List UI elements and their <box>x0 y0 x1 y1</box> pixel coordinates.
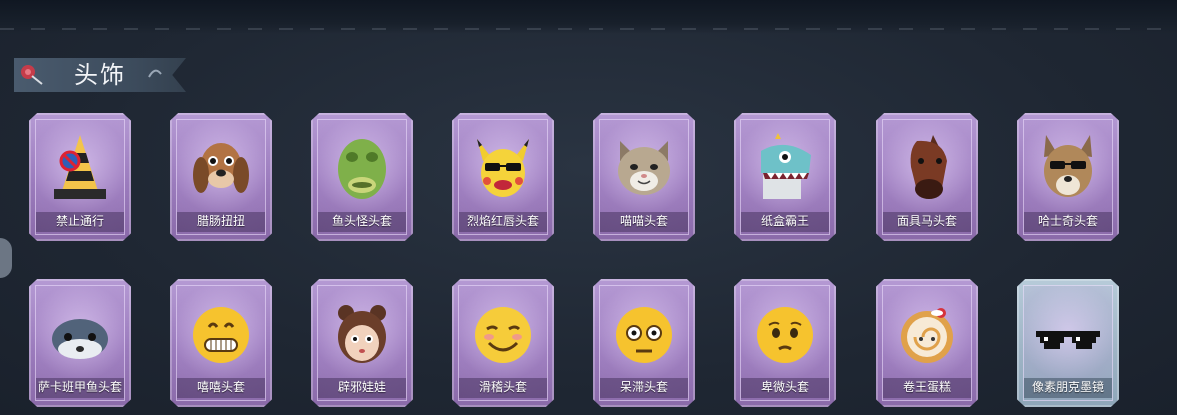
side-scroll-handle[interactable] <box>0 238 12 278</box>
item-label: 鱼头怪头套 <box>331 214 392 228</box>
item-label: 卷王蛋糕 <box>902 380 951 394</box>
item-card-smirk[interactable]: 滑稽头套 <box>452 279 554 407</box>
item-card-doll[interactable]: 辟邪娃娃 <box>311 279 413 407</box>
pin-icon <box>21 65 43 85</box>
item-label: 卑微头套 <box>760 380 809 394</box>
item-card-grinning[interactable]: 嘻嘻头套 <box>170 279 272 407</box>
item-card-dazed[interactable]: 呆滞头套 <box>593 279 695 407</box>
cat-mask-icon <box>618 141 670 195</box>
item-label: 喵喵头套 <box>619 214 668 228</box>
item-label: 哈士奇头套 <box>1037 214 1098 228</box>
item-card-cardboard-dino[interactable]: 纸盒霸王 <box>734 113 836 241</box>
cardboard-dinosaur-mask-icon <box>761 133 811 199</box>
item-card-pleading[interactable]: 卑微头套 <box>734 279 836 407</box>
item-card-horse[interactable]: 面具马头套 <box>876 113 978 241</box>
item-card-husky[interactable]: 哈士奇头套 <box>1017 113 1119 241</box>
item-label: 禁止通行 <box>55 214 104 228</box>
item-label: 滑稽头套 <box>478 380 527 394</box>
item-card-roll-cake[interactable]: 卷王蛋糕 <box>876 279 978 407</box>
sacabambaspis-mask-icon <box>52 319 108 359</box>
fish-head-mask-icon <box>338 139 386 199</box>
item-label: 面具马头套 <box>896 214 957 228</box>
item-card-cat[interactable]: 喵喵头套 <box>593 113 695 241</box>
item-label: 呆滞头套 <box>619 380 668 394</box>
section-title: 头饰 <box>74 61 126 89</box>
item-card-sacabambaspis[interactable]: 萨卡班甲鱼头套 <box>29 279 131 407</box>
item-label: 辟邪娃娃 <box>337 380 386 394</box>
dachshund-mask-icon <box>193 143 249 193</box>
grinning-emoji-mask-icon <box>193 307 249 363</box>
item-card-fish-head[interactable]: 鱼头怪头套 <box>311 113 413 241</box>
pixel-sunglasses-icon <box>1036 331 1100 349</box>
item-card-dachshund[interactable]: 腊肠扭扭 <box>170 113 272 241</box>
item-card-traffic-cone[interactable]: 禁止通行 <box>29 113 131 241</box>
smirk-emoji-mask-icon <box>475 307 531 363</box>
item-label: 萨卡班甲鱼头套 <box>37 380 122 394</box>
traffic-cone-icon <box>54 135 106 199</box>
item-label: 烈焰红唇头套 <box>466 214 539 228</box>
item-label: 纸盒霸王 <box>760 214 809 228</box>
husky-sunglasses-mask-icon <box>1044 135 1092 197</box>
item-card-pixel-sunglasses[interactable]: 像素朋克墨镜 <box>1017 279 1119 407</box>
doll-mask-icon <box>338 305 386 363</box>
item-label: 嘻嘻头套 <box>196 380 245 394</box>
item-label: 像素朋克墨镜 <box>1031 380 1104 394</box>
top-border <box>0 0 1177 34</box>
item-card-pikachu[interactable]: 烈焰红唇头套 <box>452 113 554 241</box>
pleading-emoji-mask-icon <box>757 307 813 363</box>
item-label: 腊肠扭扭 <box>196 214 245 228</box>
pikachu-sunglasses-mask-icon <box>477 139 529 197</box>
horse-mask-icon <box>910 135 947 199</box>
roll-cake-icon <box>901 308 953 363</box>
dazed-emoji-mask-icon <box>616 307 672 363</box>
swirl-icon <box>148 69 162 78</box>
